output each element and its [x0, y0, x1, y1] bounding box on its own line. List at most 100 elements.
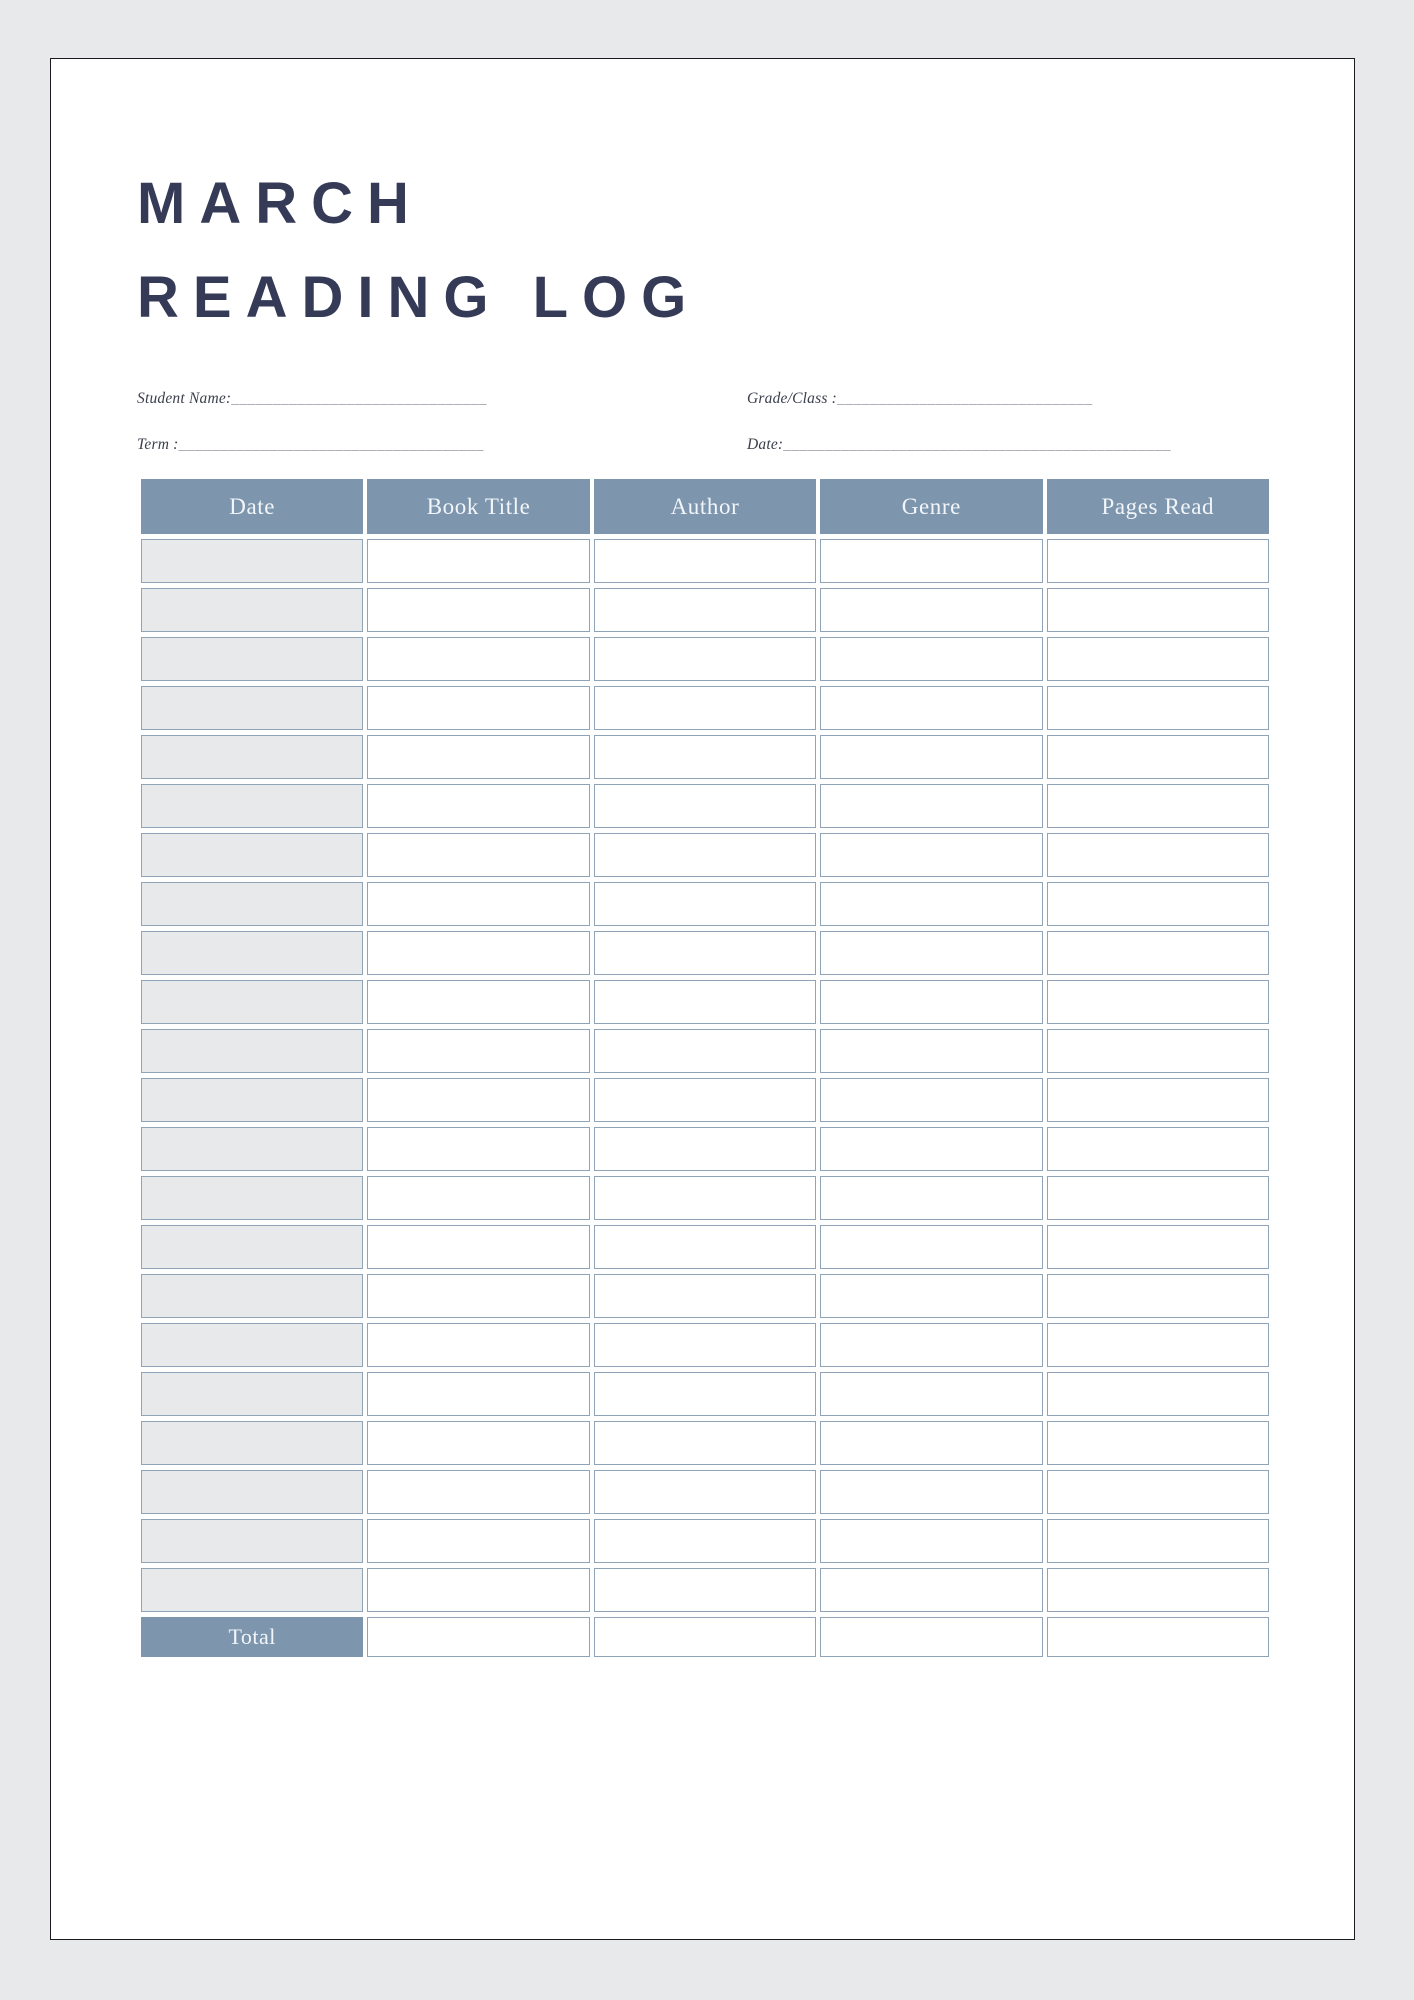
cell-book-title[interactable] [367, 735, 590, 779]
cell-genre[interactable] [820, 1568, 1043, 1612]
cell-date[interactable] [141, 931, 364, 975]
cell-pages-read[interactable] [1046, 735, 1269, 779]
cell-pages-read[interactable] [1046, 637, 1269, 681]
cell-date[interactable] [141, 1470, 364, 1514]
cell-book-title[interactable] [367, 1323, 590, 1367]
cell-book-title[interactable] [367, 1078, 590, 1122]
cell-genre[interactable] [820, 1029, 1043, 1073]
cell-author[interactable] [593, 1274, 817, 1318]
cell-genre[interactable] [820, 882, 1043, 926]
cell-book-title[interactable] [367, 833, 590, 877]
cell-genre[interactable] [820, 1421, 1043, 1465]
cell-book-title[interactable] [367, 686, 590, 730]
cell-book-title[interactable] [367, 1470, 590, 1514]
cell-genre[interactable] [820, 833, 1043, 877]
cell-book-title[interactable] [367, 1029, 590, 1073]
cell-pages-read[interactable] [1046, 882, 1269, 926]
cell-date[interactable] [141, 980, 364, 1024]
cell-book-title[interactable] [367, 980, 590, 1024]
cell-author[interactable] [593, 980, 817, 1024]
cell-date[interactable] [141, 637, 364, 681]
cell-author[interactable] [593, 1568, 817, 1612]
cell-genre[interactable] [820, 1078, 1043, 1122]
term-field[interactable]: Term :__________________________________… [137, 433, 667, 457]
cell-date[interactable] [141, 882, 364, 926]
cell-book-title[interactable] [367, 1176, 590, 1220]
cell-author[interactable] [593, 1225, 817, 1269]
total-cell-book-title[interactable] [367, 1617, 590, 1657]
cell-genre[interactable] [820, 1127, 1043, 1171]
cell-author[interactable] [593, 735, 817, 779]
cell-author[interactable] [593, 833, 817, 877]
cell-author[interactable] [593, 882, 817, 926]
cell-book-title[interactable] [367, 588, 590, 632]
cell-book-title[interactable] [367, 931, 590, 975]
cell-author[interactable] [593, 588, 817, 632]
cell-genre[interactable] [820, 539, 1043, 583]
cell-date[interactable] [141, 1274, 364, 1318]
cell-author[interactable] [593, 784, 817, 828]
cell-book-title[interactable] [367, 1568, 590, 1612]
cell-book-title[interactable] [367, 1127, 590, 1171]
cell-author[interactable] [593, 637, 817, 681]
cell-date[interactable] [141, 833, 364, 877]
cell-pages-read[interactable] [1046, 1372, 1269, 1416]
cell-author[interactable] [593, 1372, 817, 1416]
cell-genre[interactable] [820, 931, 1043, 975]
cell-date[interactable] [141, 1323, 364, 1367]
cell-date[interactable] [141, 784, 364, 828]
cell-genre[interactable] [820, 1176, 1043, 1220]
cell-book-title[interactable] [367, 539, 590, 583]
cell-date[interactable] [141, 1078, 364, 1122]
cell-book-title[interactable] [367, 1372, 590, 1416]
cell-pages-read[interactable] [1046, 686, 1269, 730]
term-underline[interactable]: _____________________________________ [179, 436, 484, 453]
cell-book-title[interactable] [367, 1519, 590, 1563]
cell-pages-read[interactable] [1046, 1127, 1269, 1171]
cell-author[interactable] [593, 1470, 817, 1514]
cell-pages-read[interactable] [1046, 1470, 1269, 1514]
cell-pages-read[interactable] [1046, 1078, 1269, 1122]
cell-pages-read[interactable] [1046, 1323, 1269, 1367]
cell-pages-read[interactable] [1046, 588, 1269, 632]
cell-author[interactable] [593, 1421, 817, 1465]
cell-date[interactable] [141, 1225, 364, 1269]
cell-pages-read[interactable] [1046, 931, 1269, 975]
cell-pages-read[interactable] [1046, 1029, 1269, 1073]
cell-pages-read[interactable] [1046, 1274, 1269, 1318]
cell-date[interactable] [141, 1127, 364, 1171]
cell-author[interactable] [593, 1176, 817, 1220]
cell-date[interactable] [141, 1372, 364, 1416]
cell-date[interactable] [141, 1176, 364, 1220]
cell-author[interactable] [593, 686, 817, 730]
cell-book-title[interactable] [367, 784, 590, 828]
cell-date[interactable] [141, 1568, 364, 1612]
cell-date[interactable] [141, 1421, 364, 1465]
date-underline[interactable]: ________________________________________… [783, 436, 1171, 453]
cell-genre[interactable] [820, 1323, 1043, 1367]
cell-genre[interactable] [820, 1372, 1043, 1416]
cell-pages-read[interactable] [1046, 1568, 1269, 1612]
cell-genre[interactable] [820, 686, 1043, 730]
cell-author[interactable] [593, 1078, 817, 1122]
grade-class-underline[interactable]: _______________________________ [837, 390, 1093, 407]
cell-genre[interactable] [820, 1225, 1043, 1269]
cell-author[interactable] [593, 1519, 817, 1563]
cell-book-title[interactable] [367, 882, 590, 926]
cell-pages-read[interactable] [1046, 833, 1269, 877]
cell-book-title[interactable] [367, 637, 590, 681]
cell-book-title[interactable] [367, 1274, 590, 1318]
cell-genre[interactable] [820, 735, 1043, 779]
cell-book-title[interactable] [367, 1225, 590, 1269]
cell-genre[interactable] [820, 1274, 1043, 1318]
cell-date[interactable] [141, 539, 364, 583]
date-field[interactable]: Date:___________________________________… [747, 433, 1271, 457]
student-name-underline[interactable]: _______________________________ [231, 390, 487, 407]
cell-author[interactable] [593, 1323, 817, 1367]
total-cell-pages-read[interactable] [1046, 1617, 1269, 1657]
cell-book-title[interactable] [367, 1421, 590, 1465]
cell-pages-read[interactable] [1046, 980, 1269, 1024]
cell-author[interactable] [593, 1029, 817, 1073]
total-cell-author[interactable] [593, 1617, 817, 1657]
grade-class-field[interactable]: Grade/Class :___________________________… [747, 387, 1271, 411]
